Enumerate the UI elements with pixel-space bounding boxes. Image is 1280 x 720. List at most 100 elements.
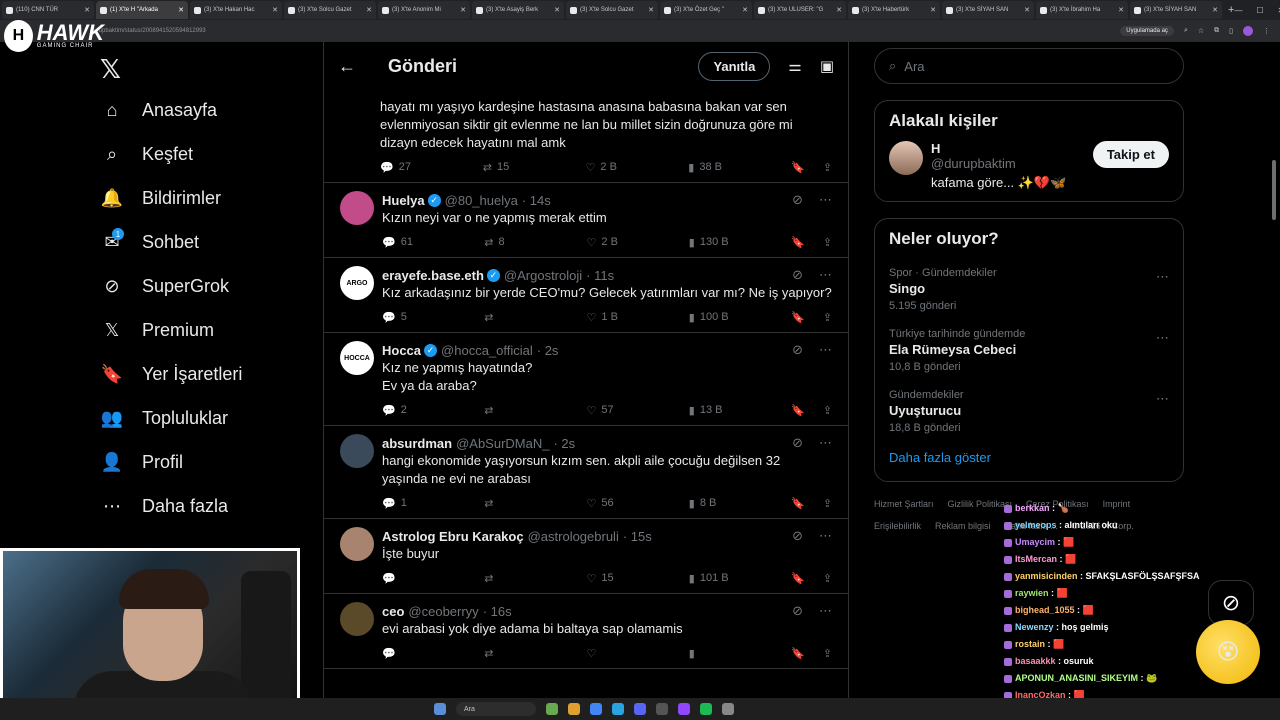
views-action[interactable]: ▮ xyxy=(689,647,729,660)
more-dots-icon[interactable]: ⋯ xyxy=(1156,391,1169,407)
grok-icon[interactable]: ⊘ xyxy=(792,435,803,451)
explorer-icon[interactable] xyxy=(568,703,580,715)
browser-tab[interactable]: (1) X'te H "Arkada ✕ xyxy=(96,1,188,19)
bookmark-icon[interactable]: 🔖 xyxy=(791,161,805,174)
reply-action[interactable]: 💬 xyxy=(382,647,422,660)
like-action[interactable]: ♡ 57 xyxy=(587,404,627,417)
share-icon[interactable]: ⇪ xyxy=(823,497,832,510)
minimize-icon[interactable]: — xyxy=(1234,6,1242,15)
nav-item-7[interactable]: 🔖 Yer İşaretleri xyxy=(96,352,306,396)
maximize-icon[interactable]: ☐ xyxy=(1256,6,1263,15)
back-arrow-icon[interactable]: ← xyxy=(338,56,374,77)
open-in-app-button[interactable]: Uygulamada aç xyxy=(1120,26,1174,36)
more-dots-icon[interactable]: ⋯ xyxy=(1156,330,1169,346)
like-action[interactable]: ♡ 15 xyxy=(587,572,627,585)
widgets-icon[interactable] xyxy=(546,703,558,715)
spotify-icon[interactable] xyxy=(700,703,712,715)
author-name[interactable]: Huelya xyxy=(382,193,425,208)
tab-close-icon[interactable]: ✕ xyxy=(366,6,372,14)
repost-action[interactable]: ⇄ 15 xyxy=(483,161,523,174)
grok-icon[interactable]: ⊘ xyxy=(792,603,803,619)
reader-view-icon[interactable]: ▣ xyxy=(820,57,834,75)
browser-tab[interactable]: (3) X'te Hakan Hac ✕ xyxy=(190,1,282,19)
views-action[interactable]: ▮ 38 B xyxy=(688,161,728,174)
browser-tab[interactable]: (3) X'te Solcu Gazet ✕ xyxy=(566,1,658,19)
more-dots-icon[interactable]: ⋯ xyxy=(819,342,832,358)
views-action[interactable]: ▮ 13 B xyxy=(689,404,729,417)
browser-tab[interactable]: (3) X'te ULUSER: "G ✕ xyxy=(754,1,846,19)
author-handle[interactable]: @80_huelya xyxy=(445,193,518,208)
grok-fab-icon[interactable]: ⊘ xyxy=(1208,580,1254,626)
filter-sliders-icon[interactable]: ⚌ xyxy=(788,57,801,75)
tab-close-icon[interactable]: ✕ xyxy=(460,6,466,14)
bookmark-icon[interactable]: 🔖 xyxy=(791,311,805,324)
tab-close-icon[interactable]: ✕ xyxy=(836,6,842,14)
scrollbar[interactable] xyxy=(1272,160,1276,220)
repost-action[interactable]: ⇄ xyxy=(484,647,524,660)
browser-tab[interactable]: (3) X'te Asayiş Berk ✕ xyxy=(472,1,564,19)
sidepanel-icon[interactable]: ▯ xyxy=(1229,27,1233,35)
like-action[interactable]: ♡ 2 B xyxy=(587,236,627,249)
obs-icon[interactable] xyxy=(678,703,690,715)
reply-tweet[interactable]: absurdman @AbSurDMaN_ · 2s ⊘ ⋯ hangi ekonomid… xyxy=(324,426,848,519)
avatar[interactable]: HOCCA xyxy=(340,341,374,375)
tab-close-icon[interactable]: ✕ xyxy=(1212,6,1218,14)
tweet-time[interactable]: · 11s xyxy=(586,268,614,283)
more-dots-icon[interactable]: ⋯ xyxy=(1156,269,1169,285)
reply-tweet[interactable]: Huelya ✓ @80_huelya · 14s ⊘ ⋯ Kızın neyi var o… xyxy=(324,183,848,258)
views-action[interactable]: ▮ 8 B xyxy=(689,497,729,510)
tab-close-icon[interactable]: ✕ xyxy=(1024,6,1030,14)
author-name[interactable]: absurdman xyxy=(382,436,452,451)
chrome-icon[interactable] xyxy=(590,703,602,715)
browser-tab[interactable]: (3) X'te Özet Geç " ✕ xyxy=(660,1,752,19)
author-name[interactable]: erayefe.base.eth xyxy=(382,268,484,283)
share-icon[interactable]: ⇪ xyxy=(823,404,832,417)
reply-action[interactable]: 💬 1 xyxy=(382,497,422,510)
tab-close-icon[interactable]: ✕ xyxy=(930,6,936,14)
search-box[interactable]: ⌕ Ara xyxy=(874,48,1184,84)
reply-action[interactable]: 💬 27 xyxy=(380,161,420,174)
parent-tweet-tail[interactable]: hayatı mı yaşıyo kardeşine hastasına ana… xyxy=(324,90,848,183)
nav-item-9[interactable]: 👤 Profil xyxy=(96,440,306,484)
reply-button[interactable]: Yanıtla xyxy=(698,51,771,81)
like-action[interactable]: ♡ 2 B xyxy=(586,161,626,174)
grok-icon[interactable]: ⊘ xyxy=(792,267,803,283)
browser-tab[interactable]: (3) X'te Anonim Mi ✕ xyxy=(378,1,470,19)
more-dots-icon[interactable]: ⋯ xyxy=(819,528,832,544)
repost-action[interactable]: ⇄ xyxy=(484,572,524,585)
like-action[interactable]: ♡ 1 B xyxy=(587,311,627,324)
author-name[interactable]: ceo xyxy=(382,604,404,619)
more-dots-icon[interactable]: ⋯ xyxy=(819,267,832,283)
tweet-time[interactable]: · 14s xyxy=(522,193,551,208)
nav-item-2[interactable]: ⌕ Keşfet xyxy=(96,132,306,176)
avatar[interactable] xyxy=(889,141,923,175)
tab-close-icon[interactable]: ✕ xyxy=(554,6,560,14)
discord-icon[interactable] xyxy=(634,703,646,715)
footer-link[interactable]: Hizmet Şartları xyxy=(874,494,934,514)
footer-link[interactable]: Gizlilik Politikası xyxy=(948,494,1013,514)
reply-action[interactable]: 💬 2 xyxy=(382,404,422,417)
more-dots-icon[interactable]: ⋯ xyxy=(819,603,832,619)
reply-action[interactable]: 💬 5 xyxy=(382,311,422,324)
bookmark-icon[interactable]: 🔖 xyxy=(791,647,805,660)
extensions-icon[interactable]: ⧉ xyxy=(1214,27,1219,35)
browser-tab[interactable]: (3) X'te İbrahim Ha ✕ xyxy=(1036,1,1128,19)
grok-icon[interactable]: ⊘ xyxy=(792,528,803,544)
share-icon[interactable]: ⇪ xyxy=(823,311,832,324)
trend-item[interactable]: Türkiye tarihinde gündemde Ela Rümeysa Ce… xyxy=(889,320,1169,381)
menu-dots-icon[interactable]: ⋮ xyxy=(1263,27,1270,35)
author-handle[interactable]: @astrologebruli xyxy=(528,529,619,544)
footer-link[interactable]: Erişilebilirlik xyxy=(874,516,921,536)
reply-tweet[interactable]: Astrolog Ebru Karakoç @astrologebruli · 15… xyxy=(324,519,848,594)
share-icon[interactable]: ⇪ xyxy=(823,647,832,660)
author-handle[interactable]: @ceoberryy xyxy=(408,604,478,619)
trend-item[interactable]: Spor · Gündemdekiler Singo 5.195 gönderi ⋯ xyxy=(889,259,1169,320)
repost-action[interactable]: ⇄ 8 xyxy=(484,236,524,249)
nav-item-6[interactable]: 𝕏 Premium xyxy=(96,308,306,352)
reply-tweet[interactable]: ARGO erayefe.base.eth ✓ @Argostroloji · 11s ⊘… xyxy=(324,258,848,333)
tab-close-icon[interactable]: ✕ xyxy=(1118,6,1124,14)
app2-icon[interactable] xyxy=(722,703,734,715)
share-icon[interactable]: ⇪ xyxy=(823,161,832,174)
browser-tab[interactable]: (3) X'te Solcu Gazet ✕ xyxy=(284,1,376,19)
profile-avatar[interactable] xyxy=(1243,26,1253,36)
